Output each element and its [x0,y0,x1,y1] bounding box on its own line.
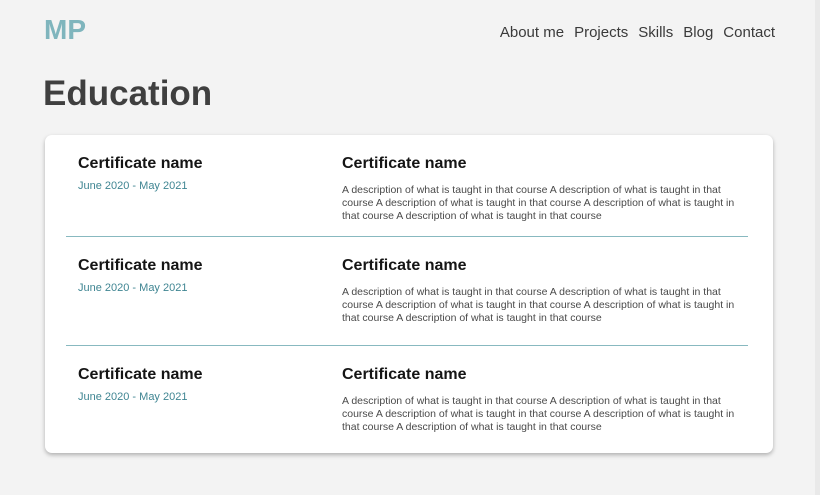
nav-skills[interactable]: Skills [638,24,673,41]
certificate-name: Certificate name [78,155,203,172]
nav-blog[interactable]: Blog [683,24,713,41]
nav-projects[interactable]: Projects [574,24,628,41]
course-description: A description of what is taught in that … [342,286,735,324]
date-range: June 2020 - May 2021 [78,391,188,403]
course-title: Certificate name [342,366,467,383]
page-title: Education [43,74,213,113]
date-range: June 2020 - May 2021 [78,180,188,192]
education-entry: Certificate name June 2020 - May 2021 Ce… [66,346,748,453]
education-card: Certificate name June 2020 - May 2021 Ce… [45,135,773,453]
course-title: Certificate name [342,257,467,274]
nav-about-me[interactable]: About me [500,24,564,41]
course-description: A description of what is taught in that … [342,395,735,433]
course-title: Certificate name [342,155,467,172]
certificate-name: Certificate name [78,366,203,383]
site-logo[interactable]: MP [44,14,86,46]
nav-contact[interactable]: Contact [723,24,775,41]
main-nav: About me Projects Skills Blog Contact [500,24,775,41]
date-range: June 2020 - May 2021 [78,282,188,294]
education-entry: Certificate name June 2020 - May 2021 Ce… [66,237,748,346]
certificate-name: Certificate name [78,257,203,274]
education-entry: Certificate name June 2020 - May 2021 Ce… [66,135,748,237]
window-edge [815,0,820,495]
course-description: A description of what is taught in that … [342,184,735,222]
